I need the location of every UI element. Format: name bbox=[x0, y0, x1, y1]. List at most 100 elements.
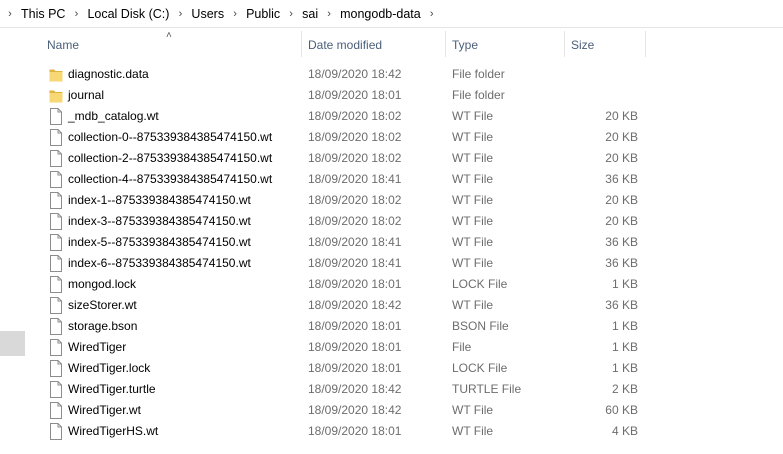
file-row[interactable]: mongod.lock 18/09/2020 18:01 LOCK File 1 KB bbox=[0, 274, 783, 295]
file-icon bbox=[49, 150, 63, 167]
chevron-right-icon[interactable]: › bbox=[2, 8, 18, 20]
file-name: diagnostic.data bbox=[68, 67, 149, 81]
file-date-modified: 18/09/2020 18:01 bbox=[308, 319, 402, 333]
file-date-modified: 18/09/2020 18:02 bbox=[308, 130, 402, 144]
breadcrumb-mongodb-data[interactable]: mongodb-data bbox=[337, 7, 424, 21]
file-icon bbox=[49, 129, 63, 146]
file-icon bbox=[49, 297, 63, 314]
chevron-right-icon[interactable]: › bbox=[172, 8, 188, 20]
file-size: 1 KB bbox=[611, 277, 638, 291]
column-header-name-label: Name bbox=[47, 38, 80, 52]
file-icon bbox=[49, 255, 63, 272]
file-size bbox=[568, 85, 638, 106]
file-type: WT File bbox=[452, 403, 494, 417]
breadcrumb-users[interactable]: Users bbox=[188, 7, 227, 21]
file-type: WT File bbox=[452, 151, 494, 165]
column-header-date-label: Date modified bbox=[308, 38, 383, 52]
breadcrumb-public[interactable]: Public bbox=[243, 7, 283, 21]
file-size: 36 KB bbox=[605, 256, 638, 270]
file-date-modified: 18/09/2020 18:01 bbox=[308, 361, 402, 375]
file-row[interactable]: diagnostic.data 18/09/2020 18:42 File fold… bbox=[0, 64, 783, 85]
file-date-modified: 18/09/2020 18:41 bbox=[308, 172, 402, 186]
file-type: TURTLE File bbox=[452, 382, 522, 396]
column-header-date[interactable]: Date modified bbox=[301, 28, 445, 62]
file-type: WT File bbox=[452, 424, 494, 438]
file-date-modified: 18/09/2020 18:42 bbox=[308, 67, 402, 81]
file-name: index-3--875339384385474150.wt bbox=[68, 214, 251, 228]
file-size: 36 KB bbox=[605, 172, 638, 186]
file-icon bbox=[49, 276, 63, 293]
folder-icon bbox=[49, 66, 63, 83]
column-divider[interactable] bbox=[645, 31, 646, 57]
file-row[interactable]: collection-4--875339384385474150.wt 18/09… bbox=[0, 169, 783, 190]
file-size bbox=[568, 64, 638, 85]
file-size: 20 KB bbox=[605, 193, 638, 207]
file-row[interactable]: index-6--875339384385474150.wt 18/09/2020… bbox=[0, 253, 783, 274]
column-header-size[interactable]: Size bbox=[564, 28, 645, 62]
file-type: WT File bbox=[452, 256, 494, 270]
file-name: index-6--875339384385474150.wt bbox=[68, 256, 251, 270]
file-type: BSON File bbox=[452, 319, 509, 333]
file-row[interactable]: WiredTiger 18/09/2020 18:01 File 1 KB bbox=[0, 337, 783, 358]
file-name: storage.bson bbox=[68, 319, 138, 333]
file-name: WiredTiger.wt bbox=[68, 403, 141, 417]
file-icon bbox=[49, 318, 63, 335]
file-row[interactable]: WiredTigerHS.wt 18/09/2020 18:01 WT File 4 … bbox=[0, 421, 783, 442]
file-date-modified: 18/09/2020 18:02 bbox=[308, 109, 402, 123]
file-date-modified: 18/09/2020 18:02 bbox=[308, 193, 402, 207]
column-header-type[interactable]: Type bbox=[445, 28, 564, 62]
file-icon bbox=[49, 360, 63, 377]
file-icon bbox=[49, 402, 63, 419]
file-type: WT File bbox=[452, 214, 494, 228]
file-name: index-5--875339384385474150.wt bbox=[68, 235, 251, 249]
file-type: WT File bbox=[452, 130, 494, 144]
file-row[interactable]: storage.bson 18/09/2020 18:01 BSON File 1 K… bbox=[0, 316, 783, 337]
file-row[interactable]: WiredTiger.lock 18/09/2020 18:01 LOCK File… bbox=[0, 358, 783, 379]
breadcrumb-sai[interactable]: sai bbox=[299, 7, 321, 21]
file-date-modified: 18/09/2020 18:42 bbox=[308, 298, 402, 312]
file-type: WT File bbox=[452, 109, 494, 123]
file-name: WiredTiger bbox=[68, 340, 127, 354]
breadcrumb-local-disk[interactable]: Local Disk (C:) bbox=[84, 7, 172, 21]
file-row[interactable]: WiredTiger.turtle 18/09/2020 18:42 TURTLE … bbox=[0, 379, 783, 400]
file-icon bbox=[49, 213, 63, 230]
file-type: LOCK File bbox=[452, 277, 508, 291]
file-icon bbox=[49, 234, 63, 251]
chevron-right-icon[interactable]: › bbox=[68, 8, 84, 20]
file-row[interactable]: WiredTiger.wt 18/09/2020 18:42 WT File 60 K… bbox=[0, 400, 783, 421]
file-size: 4 KB bbox=[611, 424, 638, 438]
file-type: File folder bbox=[452, 67, 505, 81]
file-size: 36 KB bbox=[605, 298, 638, 312]
file-date-modified: 18/09/2020 18:01 bbox=[308, 424, 402, 438]
file-row[interactable]: collection-2--875339384385474150.wt 18/09… bbox=[0, 148, 783, 169]
file-icon bbox=[49, 108, 63, 125]
column-header-size-label: Size bbox=[571, 38, 595, 52]
file-row[interactable]: index-3--875339384385474150.wt 18/09/2020… bbox=[0, 211, 783, 232]
breadcrumb-this-pc[interactable]: This PC bbox=[18, 7, 68, 21]
file-size: 1 KB bbox=[611, 340, 638, 354]
file-row[interactable]: index-1--875339384385474150.wt 18/09/2020… bbox=[0, 190, 783, 211]
file-date-modified: 18/09/2020 18:41 bbox=[308, 235, 402, 249]
file-row[interactable]: journal 18/09/2020 18:01 File folder bbox=[0, 85, 783, 106]
file-type: WT File bbox=[452, 298, 494, 312]
file-name: WiredTigerHS.wt bbox=[68, 424, 159, 438]
column-header-type-label: Type bbox=[452, 38, 479, 52]
file-row[interactable]: _mdb_catalog.wt 18/09/2020 18:02 WT File 20… bbox=[0, 106, 783, 127]
chevron-right-icon[interactable]: › bbox=[227, 8, 243, 20]
file-type: WT File bbox=[452, 193, 494, 207]
file-name: WiredTiger.turtle bbox=[68, 382, 156, 396]
file-row[interactable]: index-5--875339384385474150.wt 18/09/2020… bbox=[0, 232, 783, 253]
file-type: LOCK File bbox=[452, 361, 508, 375]
file-row[interactable]: sizeStorer.wt 18/09/2020 18:42 WT File 36 K… bbox=[0, 295, 783, 316]
file-size: 20 KB bbox=[605, 151, 638, 165]
file-row[interactable]: collection-0--875339384385474150.wt 18/09… bbox=[0, 127, 783, 148]
chevron-right-icon[interactable]: › bbox=[283, 8, 299, 20]
file-date-modified: 18/09/2020 18:42 bbox=[308, 382, 402, 396]
file-size: 20 KB bbox=[605, 109, 638, 123]
chevron-right-icon[interactable]: › bbox=[321, 8, 337, 20]
file-type: WT File bbox=[452, 172, 494, 186]
file-name: collection-2--875339384385474150.wt bbox=[68, 151, 273, 165]
chevron-right-icon[interactable]: › bbox=[424, 8, 440, 20]
file-date-modified: 18/09/2020 18:01 bbox=[308, 88, 402, 102]
file-name: sizeStorer.wt bbox=[68, 298, 137, 312]
